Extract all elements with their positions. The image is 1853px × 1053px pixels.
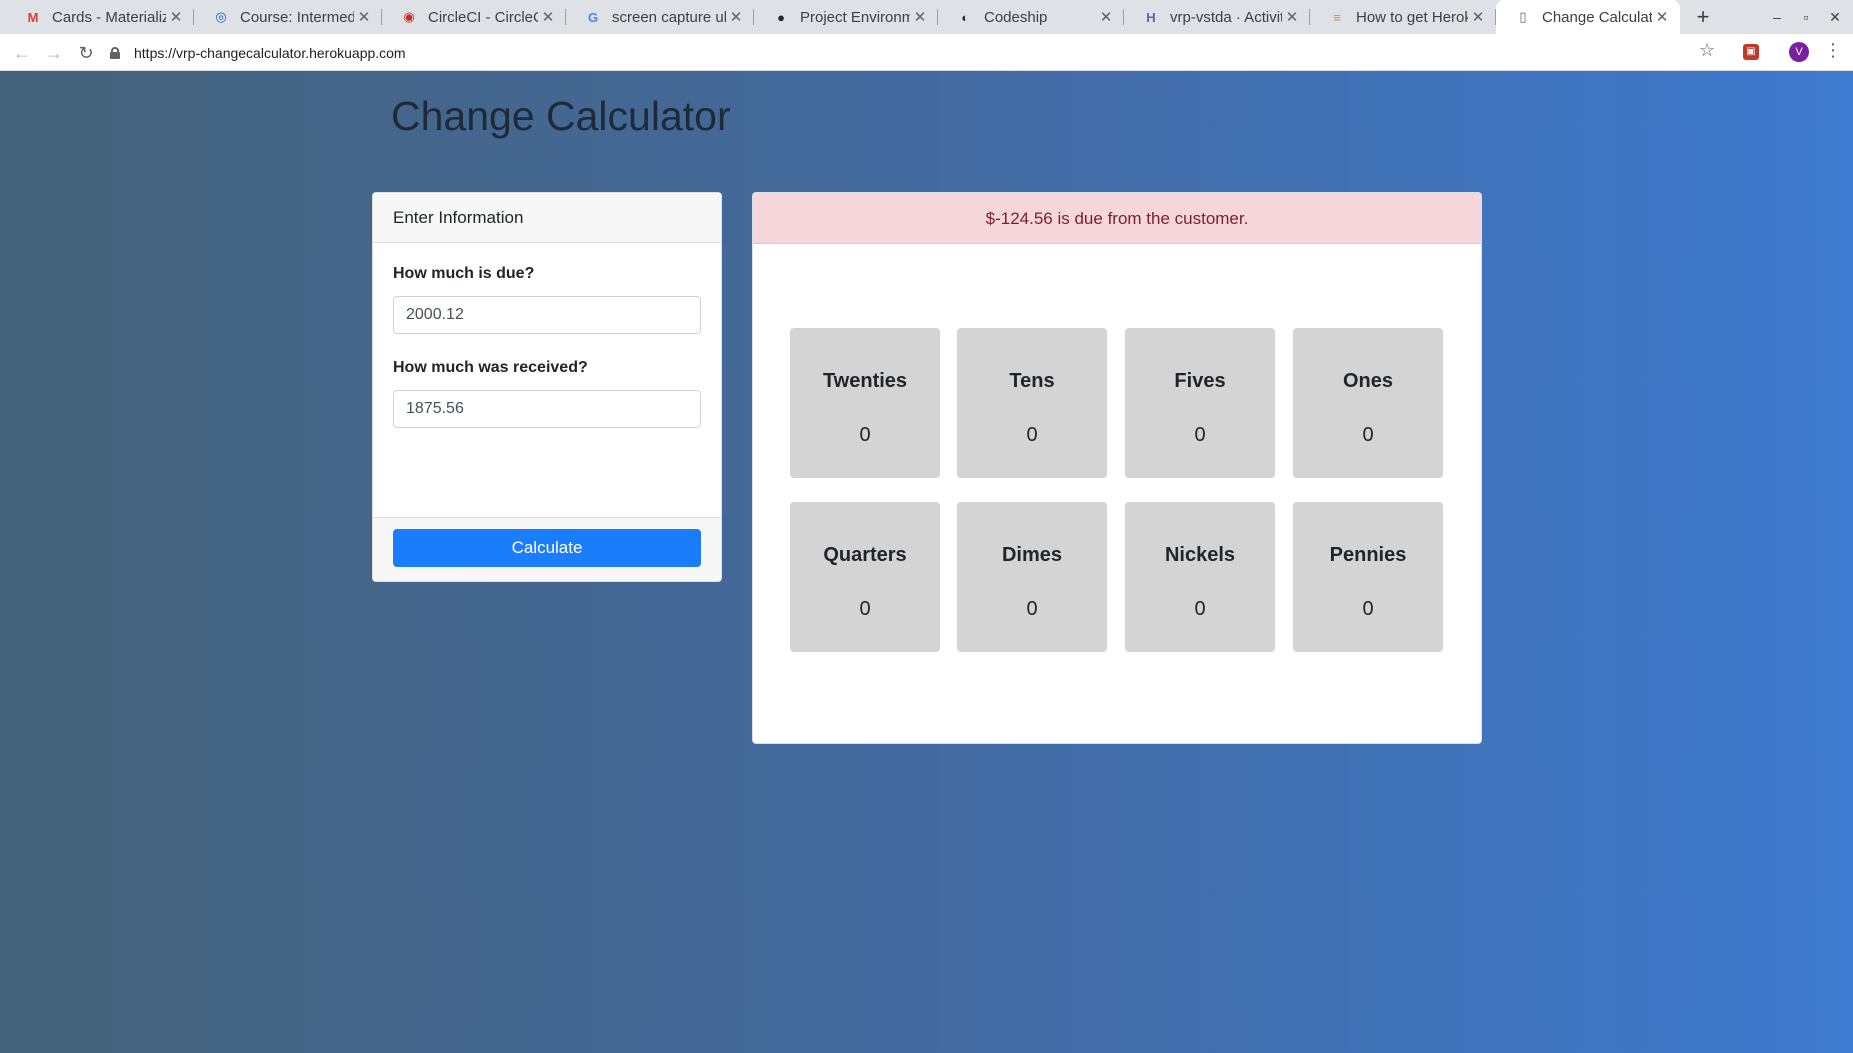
- bookmark-star-icon[interactable]: ☆: [1699, 40, 1715, 61]
- browser-tab[interactable]: ◐ Codeship ✕: [938, 0, 1124, 34]
- close-icon[interactable]: ✕: [1468, 8, 1488, 26]
- amount-received-input[interactable]: 1875.56: [393, 390, 701, 428]
- enter-information-card: Enter Information How much is due? 2000.…: [372, 192, 722, 582]
- close-icon[interactable]: ✕: [354, 8, 374, 26]
- close-icon[interactable]: ✕: [538, 8, 558, 26]
- denomination-tile-ones: Ones 0: [1293, 328, 1443, 478]
- change-result-card: $-124.56 is due from the customer. Twent…: [752, 192, 1482, 744]
- tab-title: screen capture ubuntu: [612, 8, 726, 26]
- address-bar[interactable]: https://vrp-changecalculator.herokuapp.c…: [110, 38, 1710, 67]
- course-icon: ◎: [215, 9, 227, 24]
- calculate-button[interactable]: Calculate: [393, 529, 701, 567]
- new-tab-icon[interactable]: +: [1690, 4, 1716, 30]
- codeship-icon: ◐: [961, 9, 969, 25]
- denomination-count: 0: [1026, 424, 1038, 446]
- window-close-icon[interactable]: ✕: [1824, 6, 1846, 28]
- denomination-name: Pennies: [1329, 544, 1407, 566]
- tab-title: Course: Intermediate: [240, 8, 354, 26]
- lock-icon: [110, 46, 120, 59]
- browser-tab[interactable]: G screen capture ubuntu ✕: [566, 0, 754, 34]
- denomination-count: 0: [1194, 424, 1206, 446]
- denomination-name: Tens: [1009, 370, 1055, 392]
- minimize-icon[interactable]: –: [1766, 6, 1788, 28]
- denomination-tile-pennies: Pennies 0: [1293, 502, 1443, 652]
- denomination-count: 0: [859, 424, 871, 446]
- reload-icon[interactable]: ↻: [74, 41, 98, 65]
- browser-tab[interactable]: M Cards - Materialize ✕: [6, 0, 194, 34]
- stackoverflow-icon: ≡: [1333, 9, 1341, 25]
- tab-title: Change Calculator: [1542, 8, 1652, 26]
- amount-due-input[interactable]: 2000.12: [393, 296, 701, 334]
- page-body: Change Calculator Enter Information How …: [0, 71, 1853, 1053]
- result-alert: $-124.56 is due from the customer.: [753, 193, 1481, 244]
- circleci-icon: ◉: [403, 9, 415, 24]
- tab-title: CircleCI - CircleCI: [428, 8, 538, 26]
- tab-title: How to get Heroku: [1356, 8, 1468, 26]
- denomination-name: Fives: [1174, 370, 1226, 392]
- browser-menu-icon[interactable]: ⋮: [1824, 40, 1842, 61]
- close-icon[interactable]: ✕: [726, 8, 746, 26]
- denomination-tile-tens: Tens 0: [957, 328, 1107, 478]
- document-icon: ▯: [1519, 9, 1527, 24]
- browser-tab[interactable]: ● Project Environment ✕: [754, 0, 938, 34]
- tab-title: vrp-vstda · Activity: [1170, 8, 1282, 26]
- denomination-name: Nickels: [1164, 544, 1236, 566]
- denomination-tile-twenties: Twenties 0: [790, 328, 940, 478]
- denomination-count: 0: [1194, 598, 1206, 620]
- browser-tab-strip: M Cards - Materialize ✕ ◎ Course: Interm…: [0, 0, 1853, 34]
- denomination-count: 0: [1026, 598, 1038, 620]
- browser-toolbar: ← → ↻ https://vrp-changecalculator.herok…: [0, 34, 1853, 71]
- extension-icon[interactable]: ▣: [1743, 44, 1759, 60]
- amount-due-label: How much is due?: [393, 265, 535, 282]
- close-icon[interactable]: ✕: [910, 8, 930, 26]
- browser-tab[interactable]: ◎ Course: Intermediate ✕: [194, 0, 382, 34]
- denomination-tile-dimes: Dimes 0: [957, 502, 1107, 652]
- maximize-icon[interactable]: ▫: [1795, 6, 1817, 28]
- url-text[interactable]: https://vrp-changecalculator.herokuapp.c…: [134, 45, 406, 61]
- denomination-name: Dimes: [1001, 544, 1063, 566]
- close-icon[interactable]: ✕: [1652, 8, 1672, 26]
- tab-title: Codeship: [984, 8, 1048, 26]
- profile-avatar[interactable]: V: [1789, 42, 1809, 62]
- browser-tab[interactable]: ◉ CircleCI - CircleCI ✕: [382, 0, 566, 34]
- back-icon[interactable]: ←: [10, 41, 34, 65]
- denomination-count: 0: [859, 598, 871, 620]
- card-footer: Calculate: [373, 517, 721, 581]
- github-icon: ●: [777, 9, 785, 25]
- browser-tab[interactable]: ≡ How to get Heroku ✕: [1310, 0, 1496, 34]
- denomination-tile-fives: Fives 0: [1125, 328, 1275, 478]
- denomination-tile-quarters: Quarters 0: [790, 502, 940, 652]
- close-icon[interactable]: ✕: [166, 8, 186, 26]
- materialize-icon: M: [27, 9, 39, 25]
- page-title: Change Calculator: [391, 93, 731, 139]
- browser-tab[interactable]: H vrp-vstda · Activity ✕: [1124, 0, 1310, 34]
- close-icon[interactable]: ✕: [1282, 8, 1302, 26]
- denomination-count: 0: [1362, 598, 1374, 620]
- tab-title: Project Environment: [800, 8, 910, 26]
- close-icon[interactable]: ✕: [1096, 8, 1116, 26]
- browser-tab-active[interactable]: ▯ Change Calculator ✕: [1496, 0, 1680, 34]
- denomination-count: 0: [1362, 424, 1374, 446]
- denomination-name: Ones: [1342, 370, 1394, 392]
- heroku-icon: H: [1146, 9, 1156, 25]
- amount-received-label: How much was received?: [393, 359, 588, 376]
- forward-icon[interactable]: →: [42, 41, 66, 65]
- tab-title: Cards - Materialize: [52, 8, 166, 26]
- denomination-tile-nickels: Nickels 0: [1125, 502, 1275, 652]
- card-header: Enter Information: [373, 193, 721, 243]
- denomination-name: Twenties: [822, 370, 908, 392]
- denomination-name: Quarters: [823, 544, 907, 566]
- google-icon: G: [587, 9, 599, 25]
